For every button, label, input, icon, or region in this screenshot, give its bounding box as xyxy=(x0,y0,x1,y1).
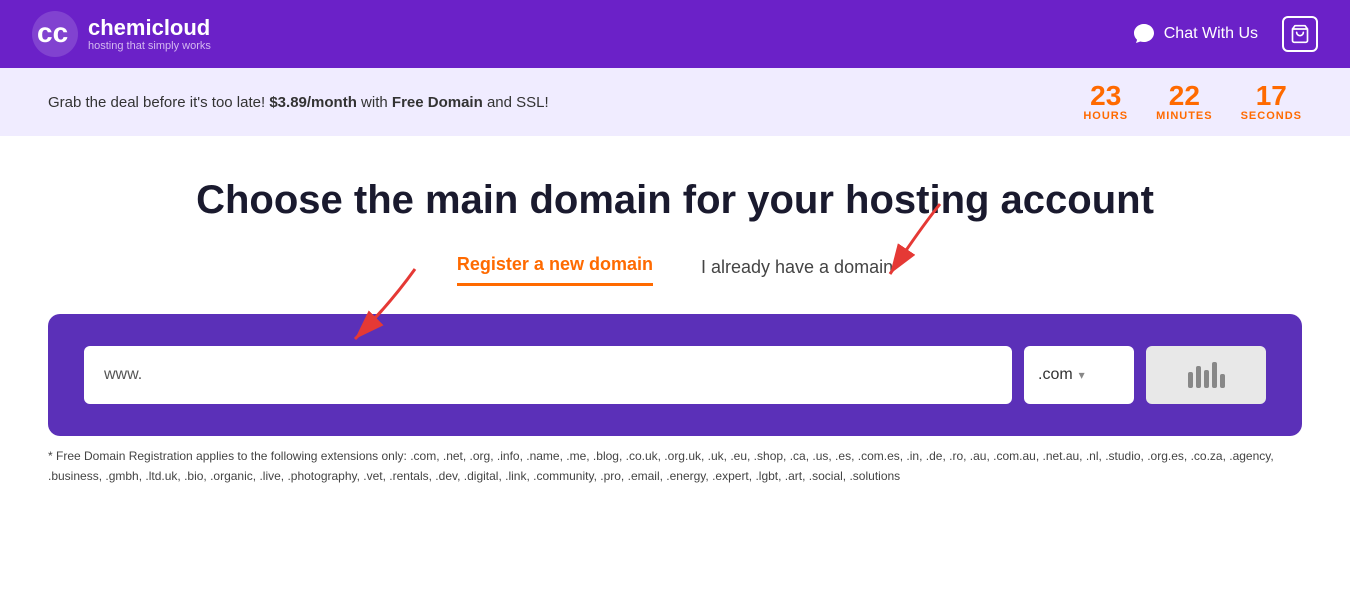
page-title: Choose the main domain for your hosting … xyxy=(0,176,1350,224)
tab-register-label: Register a new domain xyxy=(457,254,653,274)
search-button[interactable] xyxy=(1146,346,1266,404)
hours-number: 23 xyxy=(1083,82,1128,110)
svg-text:cc: cc xyxy=(37,17,68,48)
promo-prefix: Grab the deal before it's too late! xyxy=(48,94,265,111)
promo-suffix: and SSL! xyxy=(487,94,549,111)
promo-bar: Grab the deal before it's too late! $3.8… xyxy=(0,68,1350,136)
logo-icon: cc xyxy=(32,11,78,57)
countdown-minutes: 22 MINUTES xyxy=(1156,82,1213,122)
tld-selected-value: .com xyxy=(1038,366,1073,384)
chat-label: Chat With Us xyxy=(1164,25,1258,43)
minutes-label: MINUTES xyxy=(1156,110,1213,122)
main-content: Choose the main domain for your hosting … xyxy=(0,136,1350,507)
logo-name: chemicloud xyxy=(88,16,211,40)
countdown: 23 HOURS 22 MINUTES 17 SECONDS xyxy=(1083,82,1302,122)
promo-text: Grab the deal before it's too late! $3.8… xyxy=(48,94,549,111)
hours-label: HOURS xyxy=(1083,110,1128,122)
promo-mid: with xyxy=(361,94,388,111)
logo-tagline: hosting that simply works xyxy=(88,40,211,52)
tld-selector[interactable]: .com ▾ xyxy=(1024,346,1134,404)
tab-register-new[interactable]: Register a new domain xyxy=(457,254,653,286)
promo-price: $3.89/month xyxy=(269,94,357,111)
chevron-down-icon: ▾ xyxy=(1079,368,1085,382)
arrow-annotation-1 xyxy=(860,199,960,289)
countdown-seconds: 17 SECONDS xyxy=(1241,82,1302,122)
countdown-hours: 23 HOURS xyxy=(1083,82,1128,122)
cart-icon xyxy=(1290,24,1310,44)
seconds-number: 17 xyxy=(1241,82,1302,110)
domain-tabs: Register a new domain I already have a d… xyxy=(0,254,1350,286)
domain-input[interactable] xyxy=(84,346,1012,404)
logo-text: chemicloud hosting that simply works xyxy=(88,16,211,52)
header-right: Chat With Us xyxy=(1132,16,1318,52)
logo-area[interactable]: cc chemicloud hosting that simply works xyxy=(32,11,211,57)
search-icon xyxy=(1188,362,1225,388)
minutes-number: 22 xyxy=(1156,82,1213,110)
chat-button[interactable]: Chat With Us xyxy=(1132,22,1258,46)
chat-icon xyxy=(1132,22,1156,46)
free-domain-notice-text: * Free Domain Registration applies to th… xyxy=(48,449,1274,483)
site-header: cc chemicloud hosting that simply works … xyxy=(0,0,1350,68)
seconds-label: SECONDS xyxy=(1241,110,1302,122)
search-row: .com ▾ xyxy=(84,346,1266,404)
arrow-annotation-2 xyxy=(335,264,435,354)
domain-search-section: .com ▾ xyxy=(48,314,1302,436)
free-domain-notice: * Free Domain Registration applies to th… xyxy=(0,436,1350,487)
cart-button[interactable] xyxy=(1282,16,1318,52)
promo-highlight1: Free Domain xyxy=(392,94,483,111)
